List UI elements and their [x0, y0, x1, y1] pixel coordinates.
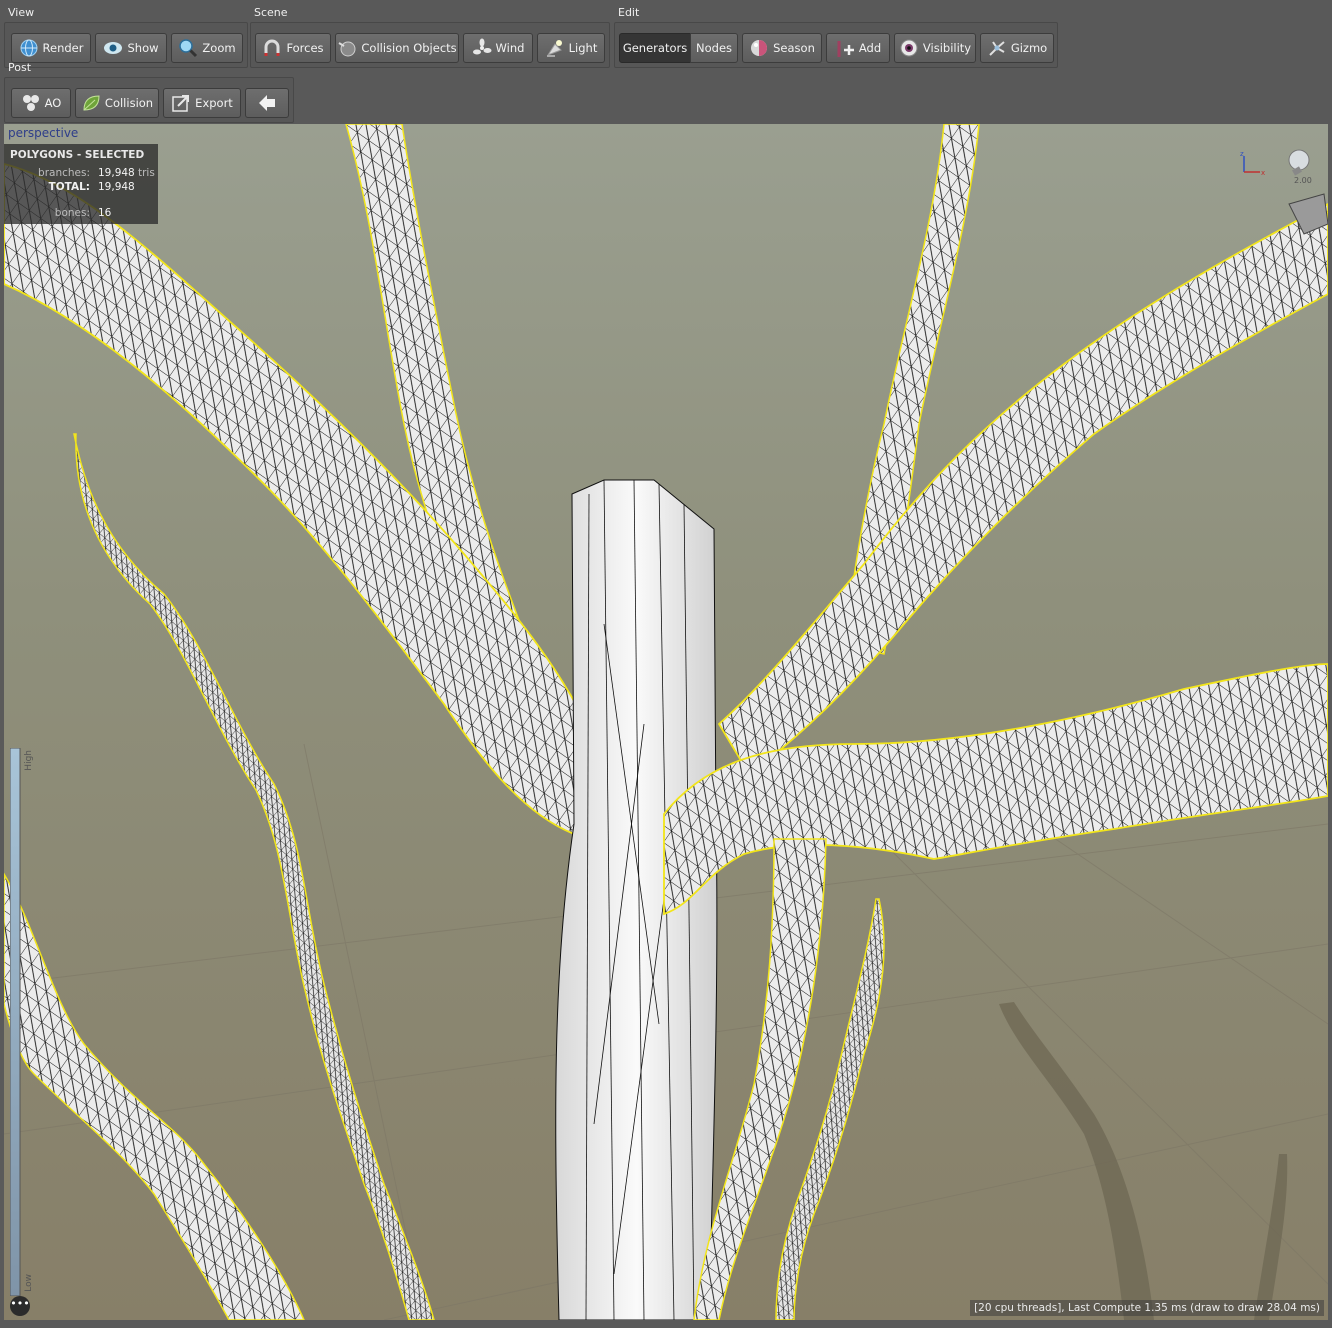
visibility-button[interactable]: Visibility — [894, 33, 976, 63]
nodes-tab-label: Nodes — [696, 41, 733, 55]
show-button-label: Show — [127, 41, 159, 55]
polygon-stats-panel: POLYGONS - SELECTED branches: 19,948 tri… — [4, 144, 158, 224]
3d-viewport[interactable]: perspective POLYGONS - SELECTED branches… — [4, 124, 1328, 1320]
view-group-label: View — [8, 6, 35, 19]
edit-group-box: Generators Nodes Season Add Visibility G… — [614, 22, 1058, 68]
season-icon — [751, 40, 768, 56]
leaf-icon — [83, 95, 100, 111]
generators-tab-label: Generators — [622, 41, 688, 55]
branches-label: branches: — [38, 167, 90, 179]
lamp-icon — [546, 40, 562, 57]
total-value: 19,948 — [98, 181, 135, 193]
post-group-label: Post — [8, 61, 32, 74]
light-button-label: Light — [568, 41, 598, 55]
stats-title: POLYGONS - SELECTED — [10, 149, 145, 161]
toolbar: View Render Show Zoom Scene Forces Colli… — [0, 0, 1332, 124]
light-intensity-value: 2.00 — [1294, 176, 1312, 185]
export-button[interactable]: Export — [163, 88, 241, 118]
branches-unit: tris — [138, 167, 155, 179]
render-button[interactable]: Render — [11, 33, 91, 63]
scene-group-label: Scene — [254, 6, 288, 19]
axis-gizmo: z x — [1240, 150, 1265, 177]
eye-icon — [104, 42, 123, 54]
generators-tab[interactable]: Generators — [619, 33, 691, 63]
view-group-box: Render Show Zoom — [4, 22, 248, 68]
post-group-box: AO Collision Export — [4, 77, 294, 123]
magnifier-icon — [179, 39, 198, 58]
scene-group-box: Forces Collision Objects Wind Light — [250, 22, 610, 68]
back-arrow-icon — [259, 95, 275, 111]
total-label: TOTAL: — [48, 181, 90, 193]
gizmo-button-label: Gizmo — [1010, 41, 1048, 55]
eyeball-icon — [900, 39, 918, 57]
magnet-icon — [264, 39, 280, 56]
forces-button-label: Forces — [286, 41, 324, 55]
collision-objects-button-label: Collision Objects — [361, 41, 457, 55]
export-icon — [172, 95, 190, 112]
gizmo-icon — [989, 41, 1005, 56]
branches-value: 19,948 — [98, 167, 135, 179]
compute-status-text: [20 cpu threads], Last Compute 1.35 ms (… — [970, 1300, 1324, 1316]
bones-label: bones: — [54, 207, 90, 219]
export-button-label: Export — [195, 96, 233, 110]
collision-sphere-icon — [338, 41, 356, 57]
more-options-button[interactable]: ••• — [10, 1296, 30, 1316]
collision-button[interactable]: Collision — [75, 88, 159, 118]
wind-button[interactable]: Wind — [463, 33, 533, 63]
svg-text:z: z — [1240, 150, 1244, 158]
tree-mesh-render[interactable] — [4, 124, 1328, 1320]
forces-button[interactable]: Forces — [255, 33, 331, 63]
season-button-label: Season — [773, 41, 815, 55]
edit-group-label: Edit — [618, 6, 640, 19]
scale-gradient — [9, 747, 21, 1297]
scale-high-label: High — [24, 750, 34, 771]
collision-button-label: Collision — [104, 96, 154, 110]
svg-text:x: x — [1261, 169, 1265, 177]
ao-spheres-icon — [22, 95, 39, 111]
fan-icon — [472, 38, 492, 55]
zoom-button[interactable]: Zoom — [171, 33, 243, 63]
nodes-tab[interactable]: Nodes — [690, 33, 738, 63]
light-button[interactable]: Light — [537, 33, 605, 63]
visibility-button-label: Visibility — [922, 41, 972, 55]
ao-button[interactable]: AO — [11, 88, 71, 118]
collision-objects-button[interactable]: Collision Objects — [335, 33, 459, 63]
camera-label: perspective — [8, 126, 79, 140]
wind-button-label: Wind — [495, 41, 525, 55]
zoom-button-label: Zoom — [202, 41, 236, 55]
season-button[interactable]: Season — [742, 33, 822, 63]
render-button-label: Render — [42, 41, 84, 55]
add-button[interactable]: Add — [826, 33, 890, 63]
upper-left-branch — [4, 163, 610, 836]
bones-value: 16 — [98, 207, 112, 219]
back-button[interactable] — [245, 88, 289, 118]
show-button[interactable]: Show — [95, 33, 167, 63]
gizmo-button[interactable]: Gizmo — [980, 33, 1054, 63]
tree-shadow — [999, 1002, 1288, 1320]
density-scale-bar[interactable]: High Low — [9, 747, 34, 1297]
ao-button-label: AO — [44, 96, 62, 110]
add-button-label: Add — [858, 41, 882, 55]
scale-low-label: Low — [24, 1274, 34, 1292]
globe-icon — [20, 39, 38, 57]
add-branch-icon — [837, 41, 854, 57]
